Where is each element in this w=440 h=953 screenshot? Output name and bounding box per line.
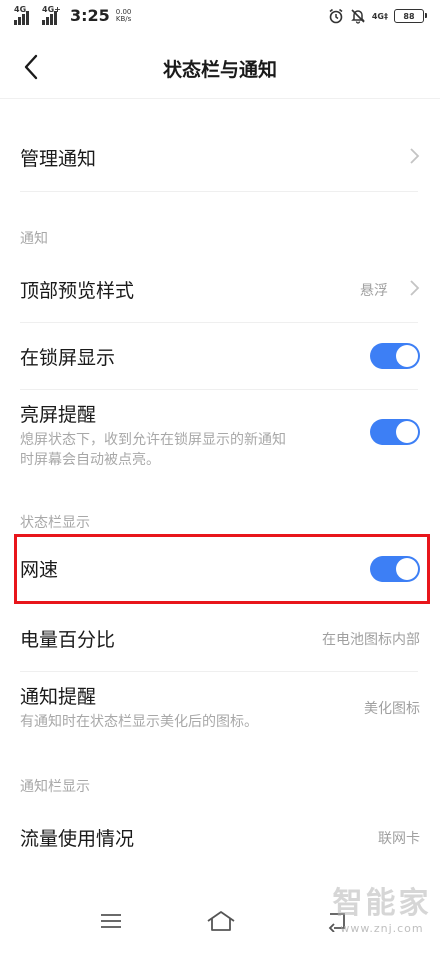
row-label: 管理通知 bbox=[20, 148, 97, 170]
status-bar: 4G 4G+ 3:25 0.00 KB/s 4G‡ 88 bbox=[0, 0, 440, 36]
chevron-right-icon bbox=[410, 148, 420, 164]
signal-2-icon: 4G+ bbox=[42, 5, 64, 25]
row-battery-percentage[interactable]: 电量百分比 在电池图标内部 bbox=[20, 605, 420, 671]
status-left: 4G 4G+ 3:25 0.00 KB/s bbox=[14, 5, 132, 25]
status-time: 3:25 bbox=[70, 6, 110, 25]
toggle-knob bbox=[396, 421, 418, 443]
mute-bell-icon bbox=[351, 9, 365, 24]
row-value: 悬浮 bbox=[360, 283, 388, 299]
system-nav-bar bbox=[0, 900, 440, 953]
lockscreen-toggle[interactable] bbox=[370, 343, 420, 369]
signal-1-icon: 4G bbox=[14, 5, 36, 25]
home-icon[interactable] bbox=[206, 910, 236, 932]
net-speed-unit: KB/s bbox=[115, 15, 132, 23]
section-header-notifications: 通知 bbox=[20, 231, 48, 247]
battery-level: 88 bbox=[403, 11, 415, 21]
status-right: 4G‡ 88 bbox=[328, 8, 427, 24]
row-label: 顶部预览样式 bbox=[20, 280, 135, 302]
row-value: 联网卡 bbox=[378, 831, 420, 847]
row-desc: 有通知时在状态栏显示美化后的图标。 bbox=[20, 714, 258, 730]
row-desc-line1: 熄屏状态下，收到允许在锁屏显示的新通知 bbox=[20, 432, 286, 448]
divider bbox=[20, 191, 418, 192]
section-header-notification-bar: 通知栏显示 bbox=[20, 779, 90, 795]
net-speed: 0.00 KB/s bbox=[116, 9, 132, 25]
row-manage-notifications[interactable]: 管理通知 bbox=[20, 120, 420, 192]
row-value: 美化图标 bbox=[364, 701, 420, 717]
back-nav-icon[interactable] bbox=[326, 910, 348, 932]
row-label: 流量使用情况 bbox=[20, 828, 135, 850]
row-label: 通知提醒 bbox=[20, 686, 97, 708]
app-header: 状态栏与通知 bbox=[0, 36, 440, 99]
section-header-status-bar: 状态栏显示 bbox=[20, 515, 90, 531]
highlight-box bbox=[14, 534, 430, 604]
row-label: 在锁屏显示 bbox=[20, 347, 116, 369]
chevron-right-icon bbox=[410, 280, 420, 296]
row-data-usage[interactable]: 流量使用情况 联网卡 bbox=[20, 804, 420, 868]
row-notification-reminder[interactable]: 通知提醒 有通知时在状态栏显示美化后的图标。 美化图标 bbox=[20, 672, 420, 742]
battery-icon: 88 bbox=[394, 9, 427, 23]
toggle-knob bbox=[396, 345, 418, 367]
row-wake-screen-reminder: 亮屏提醒 熄屏状态下，收到允许在锁屏显示的新通知 时屏幕会自动被点亮。 bbox=[20, 390, 420, 482]
alarm-icon bbox=[329, 8, 343, 24]
row-show-on-lockscreen: 在锁屏显示 bbox=[20, 323, 420, 389]
network-type: 4G‡ bbox=[371, 11, 388, 21]
wake-screen-toggle[interactable] bbox=[370, 419, 420, 445]
row-desc-line2: 时屏幕会自动被点亮。 bbox=[20, 452, 160, 468]
row-label: 电量百分比 bbox=[20, 629, 116, 651]
row-label: 亮屏提醒 bbox=[20, 404, 97, 426]
row-value: 在电池图标内部 bbox=[322, 632, 420, 648]
page-title: 状态栏与通知 bbox=[162, 59, 277, 81]
row-top-preview-style[interactable]: 顶部预览样式 悬浮 bbox=[20, 256, 420, 322]
menu-icon[interactable] bbox=[100, 912, 122, 930]
